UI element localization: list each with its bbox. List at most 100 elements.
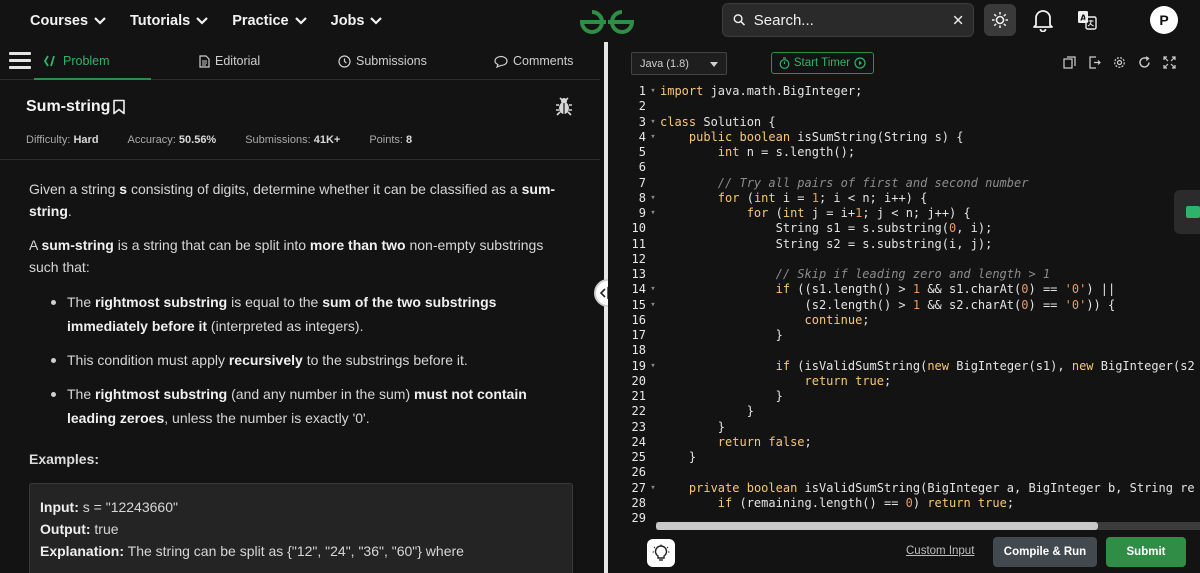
fold-toggle-icon (646, 343, 660, 358)
fold-toggle-icon[interactable]: ▾ (646, 206, 660, 221)
nav-tutorials[interactable]: Tutorials (130, 13, 208, 29)
code-text: } (660, 419, 726, 434)
code-line[interactable]: 6 (608, 160, 1200, 175)
code-line[interactable]: 26 (608, 465, 1200, 480)
code-line[interactable]: 21 } (608, 389, 1200, 404)
code-line[interactable]: 1 ▾ import java.math.BigInteger; (608, 84, 1200, 99)
fold-toggle-icon[interactable]: ▾ (646, 115, 660, 130)
bug-icon[interactable] (555, 96, 573, 116)
code-line[interactable]: 23 } (608, 420, 1200, 435)
bell-icon[interactable] (1032, 8, 1054, 32)
fold-toggle-icon[interactable]: ▾ (646, 481, 660, 496)
fullscreen-icon[interactable] (1163, 56, 1176, 69)
fold-toggle-icon[interactable]: ▾ (646, 130, 660, 145)
code-line[interactable]: 24 return false; (608, 435, 1200, 450)
code-line[interactable]: 12 (608, 252, 1200, 267)
rules-list: The rightmost substring is equal to the … (51, 290, 574, 430)
difficulty: Difficulty: Hard (26, 134, 99, 146)
fold-toggle-icon[interactable]: ▾ (646, 191, 660, 206)
code-text: if ((s1.length() > 1 && s1.charAt(0) == … (775, 282, 1116, 297)
code-line[interactable]: 8 ▾ for (int i = 1; i < n; i++) { (608, 191, 1200, 206)
bookmark-icon[interactable] (112, 99, 126, 115)
code-text: for (int j = i+1; j < n; j++) { (746, 206, 971, 220)
code-line[interactable]: 3 ▾ class Solution { (608, 115, 1200, 130)
code-text: import java.math.BigInteger; (660, 84, 863, 98)
fold-toggle-icon (646, 176, 660, 191)
code-line[interactable]: 7 // Try all pairs of first and second n… (608, 176, 1200, 191)
custom-input-link[interactable]: Custom Input (906, 545, 974, 557)
line-number: 7 (638, 175, 646, 190)
difficulty-value: Hard (73, 134, 99, 146)
line-number: 1 (638, 84, 646, 98)
tab-problem-label: Problem (63, 54, 110, 68)
theme-toggle-button[interactable] (984, 4, 1016, 36)
code-line[interactable]: 25 } (608, 450, 1200, 465)
tab-comments[interactable]: Comments (494, 42, 573, 80)
translate-icon[interactable]: A (1077, 10, 1097, 30)
line-number: 27 (631, 480, 646, 495)
copy-icon[interactable] (1063, 56, 1076, 69)
code-line[interactable]: 28 if (remaining.length() == 0) return t… (608, 496, 1200, 511)
tab-problem[interactable]: Problem (44, 42, 110, 80)
code-line[interactable]: 2 (608, 99, 1200, 114)
horizontal-scrollbar[interactable] (656, 522, 1200, 530)
search-bar[interactable] (722, 3, 974, 37)
fold-toggle-icon (646, 450, 660, 465)
fold-toggle-icon[interactable]: ▾ (646, 298, 660, 313)
code-line[interactable]: 15 ▾ (s2.length() > 1 && s2.charAt(0) == … (608, 298, 1200, 313)
fold-toggle-icon (646, 465, 660, 480)
fold-toggle-icon[interactable]: ▾ (646, 282, 660, 297)
tab-submissions[interactable]: Submissions (338, 42, 427, 80)
code-line[interactable]: 14 ▾ if ((s1.length() > 1 && s1.charAt(0)… (608, 282, 1200, 297)
editor-toolbar: Java (1.8) Start Timer (608, 42, 1200, 82)
line-number: 22 (631, 404, 646, 419)
nav-courses[interactable]: Courses (30, 13, 106, 29)
code-line[interactable]: 10 String s1 = s.substring(0, i); (608, 221, 1200, 236)
fold-toggle-icon[interactable]: ▾ (646, 84, 660, 99)
page-title: Sum-string (26, 98, 111, 115)
start-timer-button[interactable]: Start Timer (771, 52, 874, 74)
menu-icon[interactable] (9, 52, 31, 70)
code-line[interactable]: 5 int n = s.length(); (608, 145, 1200, 160)
chevron-down-icon (196, 17, 208, 25)
close-icon[interactable] (953, 12, 963, 28)
code-editor[interactable]: 1 ▾ import java.math.BigInteger; 2 3 ▾ class S… (608, 84, 1200, 528)
search-input[interactable] (753, 11, 953, 29)
panel-icon (1186, 206, 1200, 218)
code-line[interactable]: 9 ▾ for (int j = i+1; j < n; j++) { (608, 206, 1200, 221)
code-text: return false; (717, 434, 812, 449)
code-line[interactable]: 4 ▾ public boolean isSumString(String s) … (608, 130, 1200, 145)
nav-practice[interactable]: Practice (232, 13, 307, 29)
fold-toggle-icon[interactable]: ▾ (646, 359, 660, 374)
tab-editorial[interactable]: Editorial (199, 42, 260, 80)
scrollbar-thumb[interactable] (656, 522, 1098, 530)
avatar[interactable]: P (1150, 6, 1178, 34)
code-line[interactable]: 18 (608, 343, 1200, 358)
active-tab-indicator (34, 78, 151, 80)
export-icon[interactable] (1088, 56, 1101, 69)
side-panel-tab[interactable] (1174, 190, 1200, 234)
line-number: 5 (638, 145, 646, 159)
gfg-logo-icon[interactable] (576, 6, 638, 36)
sun-icon (992, 12, 1008, 28)
compile-run-button[interactable]: Compile & Run (993, 537, 1097, 567)
gear-icon[interactable] (1113, 56, 1126, 69)
language-select[interactable]: Java (1.8) (631, 52, 727, 75)
search-icon (733, 14, 746, 26)
reset-icon[interactable] (1138, 56, 1151, 69)
nav-jobs[interactable]: Jobs (331, 13, 383, 29)
start-timer-label: Start Timer (793, 57, 851, 69)
code-line[interactable]: 11 String s2 = s.substring(i, j); (608, 237, 1200, 252)
code-line[interactable]: 13 // Skip if leading zero and length > … (608, 267, 1200, 282)
code-line[interactable]: 22 } (608, 404, 1200, 419)
submit-button[interactable]: Submit (1106, 537, 1186, 567)
code-line[interactable]: 20 return true; (608, 374, 1200, 389)
code-line[interactable]: 27 ▾ private boolean isValidSumString(Big… (608, 481, 1200, 496)
code-line[interactable]: 16 continue; (608, 313, 1200, 328)
hint-button[interactable] (647, 539, 675, 567)
code-line[interactable]: 17 } (608, 328, 1200, 343)
line-number: 6 (638, 160, 646, 175)
code-text: } (660, 328, 783, 342)
code-line[interactable]: 19 ▾ if (isValidSumString(new BigInteger(… (608, 359, 1200, 374)
submissions-count: Submissions: 41K+ (245, 134, 340, 146)
